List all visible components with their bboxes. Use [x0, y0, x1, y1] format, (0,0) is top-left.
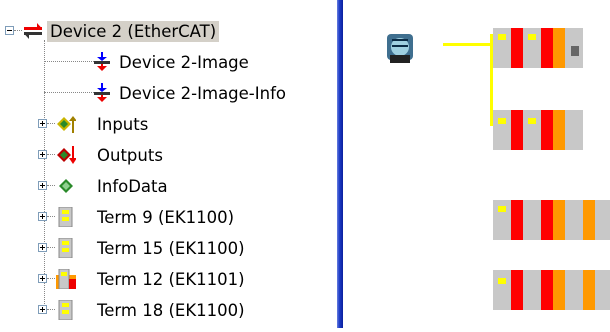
expand-toggle[interactable]	[38, 305, 47, 314]
ethercat-master-icon[interactable]	[387, 34, 413, 63]
tree-node[interactable]: InfoData	[56, 171, 171, 201]
tree-node[interactable]: Inputs	[56, 109, 151, 139]
tree-guide-line	[47, 278, 55, 279]
terminal-ek1100-icon	[58, 300, 73, 320]
ethercat-device-icon	[24, 23, 42, 39]
terminal-ek1101-icon	[56, 269, 76, 289]
ethercat-cable	[443, 43, 493, 46]
tree-guide-line	[14, 30, 22, 31]
tree-guide-line	[47, 216, 55, 217]
topology-canvas	[387, 28, 610, 310]
tree-node-label: Outputs	[97, 145, 163, 165]
tree-node[interactable]: Term 15 (EK1100)	[56, 233, 248, 263]
tree-guide-line	[44, 61, 94, 62]
tree-node-root[interactable]: Device 2 (EtherCAT)	[23, 16, 220, 46]
tree-guide-line	[44, 92, 94, 93]
collapse-toggle-root[interactable]	[5, 26, 14, 35]
coupler-group-3[interactable]	[493, 200, 610, 240]
topology-view	[343, 0, 610, 328]
tree-node-label: Device 2 (EtherCAT)	[47, 20, 220, 42]
coupler-group-4[interactable]	[493, 270, 610, 310]
tree-guide-line	[47, 309, 55, 310]
tree-guide-line	[47, 185, 55, 186]
infodata-icon	[59, 179, 73, 193]
tree-node-label: Term 18 (EK1100)	[97, 300, 245, 320]
tree-node[interactable]: Term 9 (EK1100)	[56, 202, 237, 232]
image-info-icon	[94, 83, 110, 102]
tree-guide-line	[47, 247, 55, 248]
coupler-group-2[interactable]	[493, 110, 583, 150]
tree-node-label: Term 9 (EK1100)	[97, 207, 235, 227]
tree-node-label: Term 15 (EK1100)	[97, 238, 245, 258]
terminal-ek1100-icon	[58, 238, 73, 258]
tree-node-label: InfoData	[97, 176, 168, 196]
tree-node[interactable]: Device 2-Image-Info	[92, 78, 289, 108]
tree-guide-line	[47, 123, 55, 124]
tree-node-label: Device 2-Image	[119, 52, 249, 72]
tree-node[interactable]: Outputs	[56, 140, 166, 170]
expand-toggle[interactable]	[38, 212, 47, 221]
expand-toggle[interactable]	[38, 150, 47, 159]
tree-guide-line	[47, 154, 55, 155]
expand-toggle[interactable]	[38, 274, 47, 283]
coupler-group-1[interactable]	[493, 28, 583, 68]
tree-node[interactable]: Term 12 (EK1101)	[56, 264, 248, 294]
tree-guide-line	[44, 40, 45, 308]
outputs-icon	[57, 146, 76, 164]
inputs-icon	[57, 116, 76, 133]
terminal-ek1100-icon	[58, 207, 73, 227]
tree-view: Device 2 (EtherCAT) Device 2-Image Device…	[0, 0, 335, 328]
tree-node-label: Device 2-Image-Info	[119, 83, 286, 103]
tree-node-label: Inputs	[97, 114, 149, 134]
expand-toggle[interactable]	[38, 243, 47, 252]
image-icon	[94, 52, 110, 71]
tree-node-label: Term 12 (EK1101)	[97, 269, 245, 289]
expand-toggle[interactable]	[38, 181, 47, 190]
tree-node[interactable]: Device 2-Image	[92, 47, 252, 77]
ethercat-cable	[490, 34, 493, 126]
expand-toggle[interactable]	[38, 119, 47, 128]
tree-node[interactable]: Term 18 (EK1100)	[56, 295, 248, 325]
